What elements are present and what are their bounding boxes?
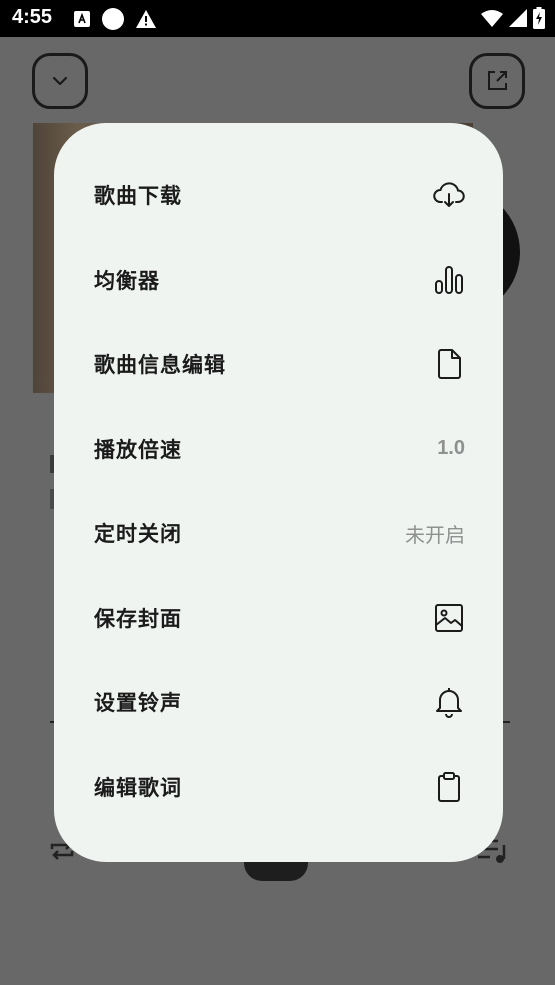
status-system-icons xyxy=(481,7,545,33)
share-icon xyxy=(488,71,507,90)
menu-item-label: 设置铃声 xyxy=(94,691,182,716)
image-icon xyxy=(433,602,465,634)
app-notification-icon xyxy=(74,11,90,31)
menu-item-edit-info[interactable]: 歌曲信息编辑 xyxy=(54,322,503,407)
status-bar: 4:55 xyxy=(0,0,555,37)
file-icon xyxy=(433,348,465,380)
menu-item-label: 歌曲下载 xyxy=(94,184,182,209)
warning-icon xyxy=(136,10,156,32)
menu-item-save-cover[interactable]: 保存封面 xyxy=(54,576,503,661)
equalizer-icon xyxy=(433,264,465,296)
menu-item-label: 播放倍速 xyxy=(94,437,182,462)
battery-icon xyxy=(533,7,545,33)
bell-icon xyxy=(433,686,465,719)
status-notification-icons xyxy=(74,8,156,34)
menu-item-equalizer[interactable]: 均衡器 xyxy=(54,238,503,323)
menu-item-label: 歌曲信息编辑 xyxy=(94,353,226,378)
menu-item-label: 定时关闭 xyxy=(94,522,182,547)
menu-item-edit-lyrics[interactable]: 编辑歌词 xyxy=(54,745,503,830)
menu-item-timer[interactable]: 定时关闭 未开启 xyxy=(54,491,503,576)
menu-item-label: 保存封面 xyxy=(94,606,182,631)
menu-item-ringtone[interactable]: 设置铃声 xyxy=(54,660,503,745)
menu-item-label: 编辑歌词 xyxy=(94,775,182,800)
speed-value: 1.0 xyxy=(437,437,465,460)
menu-item-label: 均衡器 xyxy=(94,268,160,293)
clipboard-icon xyxy=(433,771,465,803)
circle-notification-icon xyxy=(102,8,124,34)
collapse-button[interactable] xyxy=(32,53,88,109)
menu-item-download[interactable]: 歌曲下载 xyxy=(54,153,503,238)
menu-item-speed[interactable]: 播放倍速 1.0 xyxy=(54,407,503,492)
cloud-download-icon xyxy=(433,179,465,211)
more-options-menu: 歌曲下载 均衡器 歌曲信息编辑 播放倍速 1.0 定时关闭 未开启 保存封面 设… xyxy=(54,123,503,862)
wifi-icon xyxy=(481,9,503,31)
chevron-down-icon xyxy=(52,76,68,86)
signal-icon xyxy=(509,9,527,31)
status-time: 4:55 xyxy=(12,6,53,28)
timer-status-value: 未开启 xyxy=(405,522,465,547)
share-button[interactable] xyxy=(469,53,525,109)
